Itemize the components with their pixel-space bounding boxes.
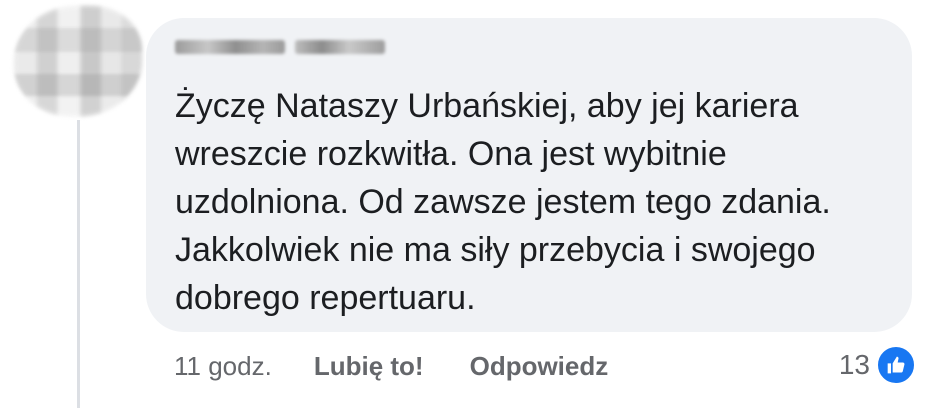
author-last-name-blur [295,40,385,54]
comment-actions: 11 godz. Lubię to! Odpowiedz [174,346,608,386]
reply-button[interactable]: Odpowiedz [470,351,609,382]
author-first-name-blur [175,40,285,54]
timestamp[interactable]: 11 godz. [174,351,272,382]
thread-line [77,120,80,408]
reaction-count: 13 [838,349,870,380]
like-button[interactable]: Lubię to! [314,351,424,382]
author-name-blurred[interactable] [175,40,385,54]
like-thumb-icon [876,345,916,385]
comment-text: Życzę Nataszy Urbańskiej, aby jej karier… [175,87,831,317]
reactions-summary[interactable]: 13 [839,344,916,386]
avatar-blur-overlay [14,6,142,116]
